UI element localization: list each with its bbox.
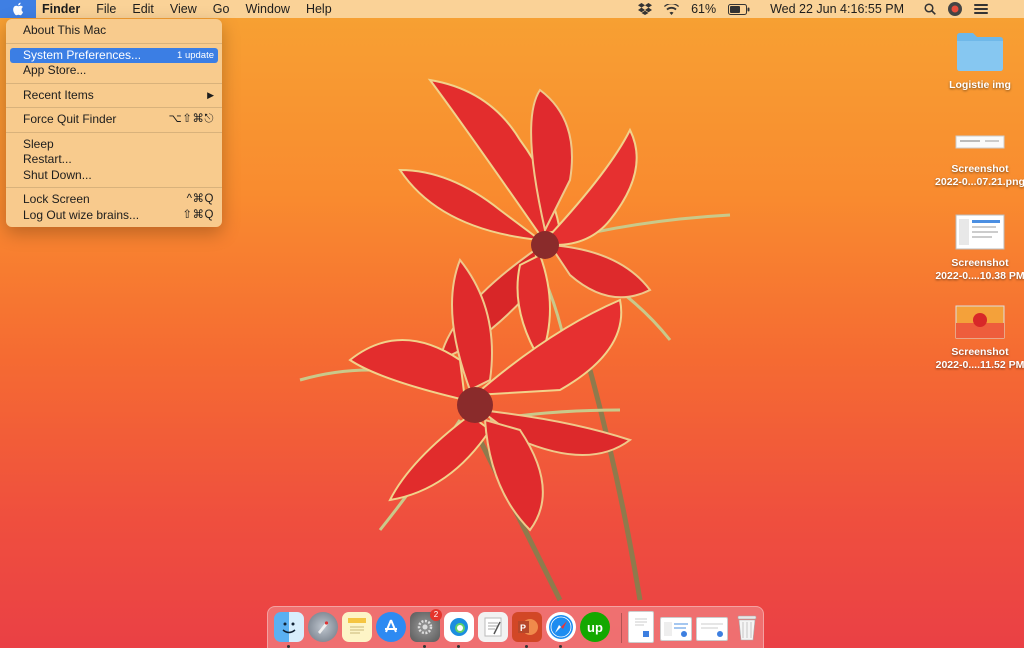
force-quit-label: Force Quit Finder <box>23 112 117 126</box>
user-avatar-icon[interactable] <box>942 0 968 18</box>
desktop-icon-label-line2: 2022-0....11.52 PM <box>935 359 1024 371</box>
desktop-icon-label: Logistie img <box>949 79 1011 91</box>
dock: 2 P up <box>267 606 764 648</box>
control-center-icon[interactable] <box>968 0 994 18</box>
restart-label: Restart... <box>23 152 72 166</box>
svg-text:P: P <box>520 623 526 633</box>
screenshot-thumbnail-icon <box>955 305 1005 339</box>
menu-edit[interactable]: Edit <box>124 0 162 18</box>
upwork-icon[interactable]: up <box>580 612 610 642</box>
menu-separator <box>6 82 222 84</box>
recent-items-label: Recent Items <box>23 87 94 102</box>
folder-icon <box>957 33 1003 71</box>
screenshot-thumbnail-icon <box>955 135 1005 149</box>
safari-icon[interactable] <box>546 612 576 642</box>
force-quit-shortcut: ⌥⇧⌘⎋ <box>168 113 214 125</box>
dropbox-icon[interactable] <box>632 0 658 18</box>
app-store-label: App Store... <box>23 63 87 77</box>
trash-icon[interactable] <box>732 612 762 642</box>
desktop-icon-label-line2: 2022-0...07.21.png <box>935 176 1024 188</box>
log-out-shortcut: ⇧⌘Q <box>182 208 214 221</box>
menu-file[interactable]: File <box>88 0 124 18</box>
lock-screen-item[interactable]: Lock Screen ^⌘Q <box>6 192 222 208</box>
about-this-mac-label: About This Mac <box>23 23 107 37</box>
desktop-file-screenshot-2[interactable]: Screenshot 2022-0....10.38 PM <box>930 214 1024 283</box>
menu-bar: Finder File Edit View Go Window Help 61%… <box>0 0 1024 18</box>
battery-icon[interactable] <box>722 0 756 18</box>
lock-screen-shortcut: ^⌘Q <box>186 193 214 205</box>
spotlight-search-icon[interactable] <box>910 0 942 18</box>
apple-menu-icon[interactable] <box>0 0 36 18</box>
upwork-logo-text: up <box>587 619 603 635</box>
submenu-arrow-icon: ▶ <box>207 89 214 100</box>
about-this-mac-item[interactable]: About This Mac <box>6 23 222 39</box>
log-out-label: Log Out wize brains... <box>23 207 140 222</box>
app-store-icon[interactable] <box>376 612 406 642</box>
sleep-item[interactable]: Sleep <box>6 137 222 153</box>
system-preferences-item[interactable]: System Preferences... 1 update <box>10 47 218 63</box>
textedit-icon[interactable] <box>478 612 508 642</box>
clock[interactable]: Wed 22 Jun 4:16:55 PM <box>756 0 910 18</box>
restart-item[interactable]: Restart... <box>6 152 222 168</box>
menu-window[interactable]: Window <box>237 0 297 18</box>
desktop-file-screenshot-1[interactable]: Screenshot 2022-0...07.21.png <box>930 128 1024 189</box>
menu-separator <box>6 107 222 108</box>
screenshot-stack-icon[interactable] <box>660 617 692 641</box>
recent-items-item[interactable]: Recent Items ▶ <box>6 88 222 104</box>
desktop-folder-logistie-img[interactable]: Logistie img <box>930 30 1024 92</box>
force-quit-item[interactable]: Force Quit Finder ⌥⇧⌘⎋ <box>6 112 222 128</box>
menu-finder[interactable]: Finder <box>36 0 88 18</box>
dock-divider <box>621 613 622 643</box>
launchpad-icon[interactable] <box>308 612 338 642</box>
lock-screen-label: Lock Screen <box>23 192 90 206</box>
menu-view[interactable]: View <box>162 0 205 18</box>
shut-down-label: Shut Down... <box>23 167 92 182</box>
desktop-icon-label-line2: 2022-0....10.38 PM <box>935 270 1024 282</box>
menu-separator <box>6 42 222 44</box>
screenshot-thumbnail-icon <box>955 214 1005 250</box>
wallpaper-flower <box>299 78 731 602</box>
wifi-icon[interactable] <box>658 0 685 18</box>
battery-percentage[interactable]: 61% <box>685 0 722 18</box>
powerpoint-icon[interactable]: P <box>512 612 542 642</box>
desktop-file-screenshot-3[interactable]: Screenshot 2022-0....11.52 PM <box>930 305 1024 372</box>
finder-icon[interactable] <box>274 612 304 642</box>
log-out-item[interactable]: Log Out wize brains... ⇧⌘Q <box>6 208 222 224</box>
menu-go[interactable]: Go <box>205 0 238 18</box>
desktop-icon-label-line1: Screenshot <box>951 257 1009 269</box>
edge-icon[interactable] <box>444 612 474 642</box>
update-badge: 1 update <box>177 49 214 61</box>
apple-menu-dropdown: About This Mac System Preferences... 1 u… <box>6 19 222 227</box>
downloads-stack-icon[interactable] <box>696 617 728 641</box>
menu-separator <box>6 187 222 188</box>
desktop-icon-label-line1: Screenshot <box>951 163 1009 175</box>
system-preferences-label: System Preferences... <box>23 47 142 62</box>
desktop-icon-label-line1: Screenshot <box>951 346 1009 358</box>
sleep-label: Sleep <box>23 136 54 151</box>
menu-help[interactable]: Help <box>298 0 340 18</box>
app-store-item[interactable]: App Store... <box>6 63 222 79</box>
menu-separator <box>6 131 222 133</box>
shut-down-item[interactable]: Shut Down... <box>6 168 222 184</box>
notes-icon[interactable] <box>342 612 372 642</box>
document-stack-icon[interactable] <box>628 611 654 643</box>
notification-badge: 2 <box>430 609 442 621</box>
